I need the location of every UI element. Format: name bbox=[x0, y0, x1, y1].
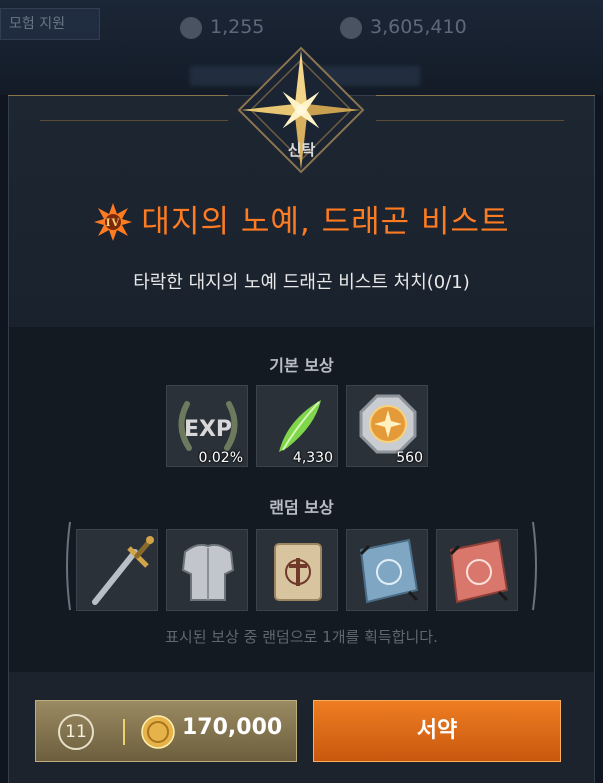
basic-rewards-title: 기본 보상 bbox=[269, 356, 334, 375]
svg-text:EXP: EXP bbox=[184, 417, 232, 442]
resource-counter-1: 1,255 bbox=[180, 16, 264, 39]
random-rewards-title: 랜덤 보상 bbox=[269, 498, 334, 517]
cost-button[interactable]: 11 170,000 bbox=[35, 700, 297, 762]
quest-title-text: 대지의 노예, 드래곤 비스트 bbox=[141, 204, 510, 240]
blue-scroll-icon bbox=[347, 530, 427, 610]
sword-icon bbox=[77, 530, 157, 610]
reward-slot-blue-scroll[interactable] bbox=[346, 529, 428, 611]
top-tab: 모험 지원 bbox=[0, 8, 100, 40]
reward-amount: 0.02% bbox=[198, 450, 243, 466]
reward-slot-coin-badge[interactable]: 560 bbox=[346, 385, 428, 467]
coin-icon bbox=[340, 16, 362, 39]
svg-text:IV: IV bbox=[106, 218, 120, 229]
quest-description: 타락한 대지의 노예 드래곤 비스트 처치(0/1) bbox=[133, 272, 470, 293]
resource-value-2: 3,605,410 bbox=[370, 16, 467, 38]
resource-value-1: 1,255 bbox=[210, 16, 265, 38]
reward-slot-parchment-scroll[interactable] bbox=[256, 529, 338, 611]
emblem-label: 신탁 bbox=[287, 141, 316, 159]
gold-coin-icon bbox=[141, 715, 175, 749]
reward-slot-feather[interactable]: 4,330 bbox=[256, 385, 338, 467]
frame-line-left-2 bbox=[40, 120, 228, 121]
frame-line-left bbox=[8, 95, 228, 96]
resource-counter-2: 3,605,410 bbox=[340, 16, 467, 39]
left-bracket-icon bbox=[66, 521, 71, 611]
cost-separator bbox=[123, 719, 125, 745]
accept-button[interactable]: 서약 bbox=[313, 700, 561, 762]
red-scroll-icon bbox=[437, 530, 517, 610]
reward-slot-armor[interactable] bbox=[166, 529, 248, 611]
cost-price: 170,000 bbox=[182, 715, 283, 740]
parchment-scroll-icon bbox=[257, 530, 337, 610]
reward-amount: 4,330 bbox=[292, 450, 333, 466]
frame-line-right bbox=[376, 95, 595, 96]
right-bracket-icon bbox=[532, 521, 537, 611]
plate-armor-icon bbox=[167, 530, 247, 610]
random-reward-note: 표시된 보상 중 랜덤으로 1개를 획득합니다. bbox=[165, 628, 438, 646]
quest-title: IV 대지의 노예, 드래곤 비스트 bbox=[0, 196, 603, 244]
gem-icon bbox=[180, 16, 202, 39]
cost-count: 11 bbox=[58, 714, 94, 750]
reward-amount: 560 bbox=[396, 450, 423, 466]
reward-slot-red-scroll[interactable] bbox=[436, 529, 518, 611]
frame-line-right-2 bbox=[376, 120, 564, 121]
sunburst-badge-icon: IV bbox=[93, 202, 133, 242]
reward-slot-exp[interactable]: EXP 0.02% bbox=[166, 385, 248, 467]
reward-slot-sword[interactable] bbox=[76, 529, 158, 611]
